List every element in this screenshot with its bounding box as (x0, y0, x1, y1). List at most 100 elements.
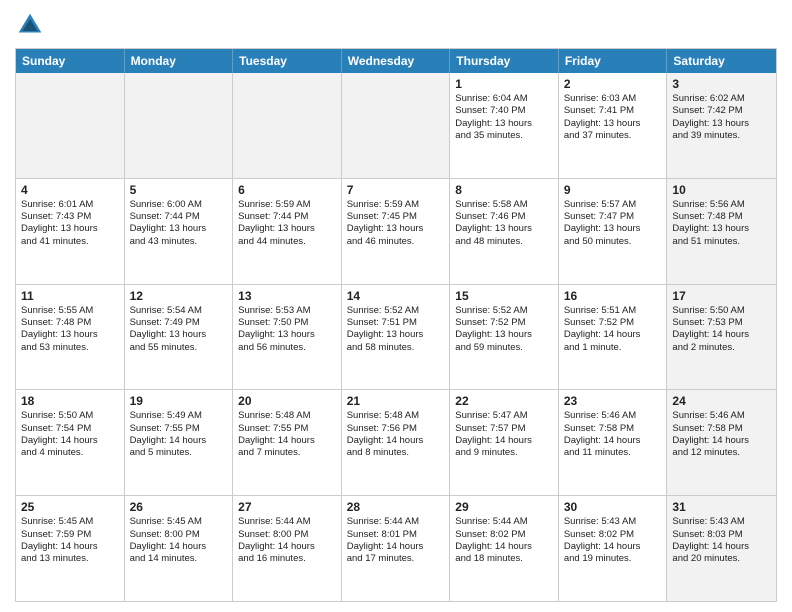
header-cell-thursday: Thursday (450, 49, 559, 73)
day-cell-30: 30Sunrise: 5:43 AMSunset: 8:02 PMDayligh… (559, 496, 668, 601)
cell-line-27-2: Daylight: 14 hours (238, 541, 336, 553)
calendar-row-4: 25Sunrise: 5:45 AMSunset: 7:59 PMDayligh… (16, 495, 776, 601)
cell-line-25-1: Sunset: 7:59 PM (21, 529, 119, 541)
cell-line-4-1: Sunset: 7:43 PM (21, 211, 119, 223)
cell-line-31-3: and 20 minutes. (672, 553, 771, 565)
calendar-row-1: 4Sunrise: 6:01 AMSunset: 7:43 PMDaylight… (16, 178, 776, 284)
cell-line-31-1: Sunset: 8:03 PM (672, 529, 771, 541)
cell-line-12-3: and 55 minutes. (130, 342, 228, 354)
logo-icon (15, 10, 45, 40)
day-number-31: 31 (672, 500, 771, 514)
day-number-17: 17 (672, 289, 771, 303)
cell-line-6-2: Daylight: 13 hours (238, 223, 336, 235)
cell-line-1-1: Sunset: 7:40 PM (455, 105, 553, 117)
cell-line-21-3: and 8 minutes. (347, 447, 445, 459)
cell-line-21-1: Sunset: 7:56 PM (347, 423, 445, 435)
day-number-29: 29 (455, 500, 553, 514)
header (15, 10, 777, 40)
day-number-11: 11 (21, 289, 119, 303)
cell-line-10-1: Sunset: 7:48 PM (672, 211, 771, 223)
day-cell-5: 5Sunrise: 6:00 AMSunset: 7:44 PMDaylight… (125, 179, 234, 284)
cell-line-11-3: and 53 minutes. (21, 342, 119, 354)
cell-line-11-1: Sunset: 7:48 PM (21, 317, 119, 329)
cell-line-26-3: and 14 minutes. (130, 553, 228, 565)
cell-line-9-2: Daylight: 13 hours (564, 223, 662, 235)
day-cell-9: 9Sunrise: 5:57 AMSunset: 7:47 PMDaylight… (559, 179, 668, 284)
cell-line-29-3: and 18 minutes. (455, 553, 553, 565)
cell-line-16-0: Sunrise: 5:51 AM (564, 305, 662, 317)
cell-line-14-2: Daylight: 13 hours (347, 329, 445, 341)
cell-line-2-1: Sunset: 7:41 PM (564, 105, 662, 117)
day-number-22: 22 (455, 394, 553, 408)
cell-line-3-3: and 39 minutes. (672, 130, 771, 142)
cell-line-30-3: and 19 minutes. (564, 553, 662, 565)
day-number-27: 27 (238, 500, 336, 514)
cell-line-2-2: Daylight: 13 hours (564, 118, 662, 130)
cell-line-24-1: Sunset: 7:58 PM (672, 423, 771, 435)
day-cell-22: 22Sunrise: 5:47 AMSunset: 7:57 PMDayligh… (450, 390, 559, 495)
cell-line-19-1: Sunset: 7:55 PM (130, 423, 228, 435)
cell-line-18-1: Sunset: 7:54 PM (21, 423, 119, 435)
day-cell-14: 14Sunrise: 5:52 AMSunset: 7:51 PMDayligh… (342, 285, 451, 390)
cell-line-17-2: Daylight: 14 hours (672, 329, 771, 341)
cell-line-2-3: and 37 minutes. (564, 130, 662, 142)
cell-line-25-0: Sunrise: 5:45 AM (21, 516, 119, 528)
cell-line-30-0: Sunrise: 5:43 AM (564, 516, 662, 528)
cell-line-29-1: Sunset: 8:02 PM (455, 529, 553, 541)
day-cell-24: 24Sunrise: 5:46 AMSunset: 7:58 PMDayligh… (667, 390, 776, 495)
cell-line-27-0: Sunrise: 5:44 AM (238, 516, 336, 528)
cell-line-15-1: Sunset: 7:52 PM (455, 317, 553, 329)
cell-line-22-1: Sunset: 7:57 PM (455, 423, 553, 435)
cell-line-23-2: Daylight: 14 hours (564, 435, 662, 447)
cell-line-13-3: and 56 minutes. (238, 342, 336, 354)
day-cell-28: 28Sunrise: 5:44 AMSunset: 8:01 PMDayligh… (342, 496, 451, 601)
cell-line-15-3: and 59 minutes. (455, 342, 553, 354)
cell-line-22-0: Sunrise: 5:47 AM (455, 410, 553, 422)
cell-line-6-3: and 44 minutes. (238, 236, 336, 248)
cell-line-19-3: and 5 minutes. (130, 447, 228, 459)
day-number-26: 26 (130, 500, 228, 514)
cell-line-10-0: Sunrise: 5:56 AM (672, 199, 771, 211)
cell-line-14-0: Sunrise: 5:52 AM (347, 305, 445, 317)
cell-line-12-2: Daylight: 13 hours (130, 329, 228, 341)
cell-line-18-3: and 4 minutes. (21, 447, 119, 459)
cell-line-18-2: Daylight: 14 hours (21, 435, 119, 447)
day-cell-21: 21Sunrise: 5:48 AMSunset: 7:56 PMDayligh… (342, 390, 451, 495)
day-number-23: 23 (564, 394, 662, 408)
day-number-28: 28 (347, 500, 445, 514)
calendar: SundayMondayTuesdayWednesdayThursdayFrid… (15, 48, 777, 602)
cell-line-3-1: Sunset: 7:42 PM (672, 105, 771, 117)
day-cell-13: 13Sunrise: 5:53 AMSunset: 7:50 PMDayligh… (233, 285, 342, 390)
cell-line-28-1: Sunset: 8:01 PM (347, 529, 445, 541)
cell-line-17-3: and 2 minutes. (672, 342, 771, 354)
cell-line-4-3: and 41 minutes. (21, 236, 119, 248)
cell-line-5-2: Daylight: 13 hours (130, 223, 228, 235)
cell-line-29-0: Sunrise: 5:44 AM (455, 516, 553, 528)
day-number-3: 3 (672, 77, 771, 91)
cell-line-16-1: Sunset: 7:52 PM (564, 317, 662, 329)
cell-line-8-2: Daylight: 13 hours (455, 223, 553, 235)
day-number-7: 7 (347, 183, 445, 197)
day-cell-16: 16Sunrise: 5:51 AMSunset: 7:52 PMDayligh… (559, 285, 668, 390)
cell-line-23-1: Sunset: 7:58 PM (564, 423, 662, 435)
day-cell-23: 23Sunrise: 5:46 AMSunset: 7:58 PMDayligh… (559, 390, 668, 495)
cell-line-8-0: Sunrise: 5:58 AM (455, 199, 553, 211)
cell-line-21-2: Daylight: 14 hours (347, 435, 445, 447)
cell-line-21-0: Sunrise: 5:48 AM (347, 410, 445, 422)
empty-cell-0-0 (16, 73, 125, 178)
day-cell-26: 26Sunrise: 5:45 AMSunset: 8:00 PMDayligh… (125, 496, 234, 601)
day-cell-17: 17Sunrise: 5:50 AMSunset: 7:53 PMDayligh… (667, 285, 776, 390)
cell-line-29-2: Daylight: 14 hours (455, 541, 553, 553)
cell-line-7-2: Daylight: 13 hours (347, 223, 445, 235)
calendar-header: SundayMondayTuesdayWednesdayThursdayFrid… (16, 49, 776, 73)
cell-line-22-3: and 9 minutes. (455, 447, 553, 459)
day-number-10: 10 (672, 183, 771, 197)
cell-line-8-3: and 48 minutes. (455, 236, 553, 248)
cell-line-1-3: and 35 minutes. (455, 130, 553, 142)
cell-line-4-2: Daylight: 13 hours (21, 223, 119, 235)
day-cell-27: 27Sunrise: 5:44 AMSunset: 8:00 PMDayligh… (233, 496, 342, 601)
cell-line-24-0: Sunrise: 5:46 AM (672, 410, 771, 422)
calendar-row-3: 18Sunrise: 5:50 AMSunset: 7:54 PMDayligh… (16, 389, 776, 495)
day-number-30: 30 (564, 500, 662, 514)
header-cell-tuesday: Tuesday (233, 49, 342, 73)
